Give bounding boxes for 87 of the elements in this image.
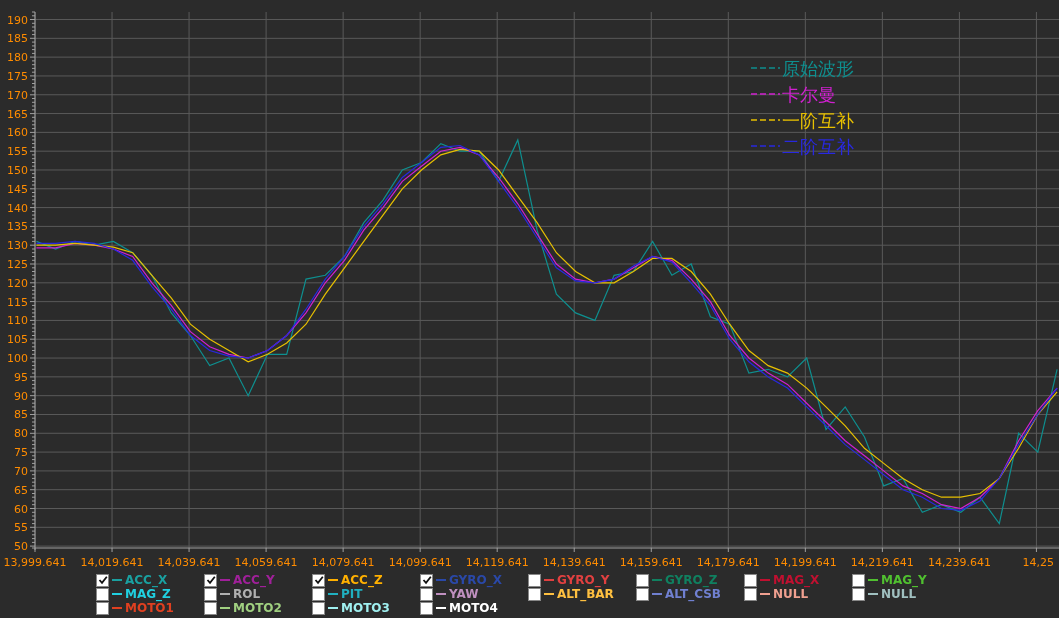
axis-tick-label: 180 xyxy=(7,51,28,65)
axis-tick-label: 14,239.641 xyxy=(927,556,991,569)
legend-label: 二阶互补 xyxy=(782,137,854,157)
axis-tick-label: 14,039.641 xyxy=(157,556,221,569)
checkbox[interactable] xyxy=(420,601,433,615)
checkbox[interactable] xyxy=(96,587,109,601)
channel-label: ACC_X xyxy=(125,573,168,587)
axis-tick-label: 14,25 xyxy=(1022,556,1054,569)
channel-label: MAG_Y xyxy=(881,573,927,587)
channel-label: MOTO3 xyxy=(341,601,390,615)
channel-label: YAW xyxy=(449,587,479,601)
channel-label: MAG_Z xyxy=(125,587,171,601)
axis-tick-label: 120 xyxy=(7,276,28,290)
axis-tick-label: 14,019.641 xyxy=(80,556,144,569)
axis-tick-label: 65 xyxy=(14,483,28,497)
axis-tick-label: 105 xyxy=(7,333,28,347)
channel-label: NULL xyxy=(881,587,917,601)
channel-label: NULL xyxy=(773,587,809,601)
axis-tick-label: 135 xyxy=(7,220,28,234)
channel-label: PIT xyxy=(341,587,363,601)
axis-tick-label: 140 xyxy=(7,201,28,215)
channel-label: MOTO2 xyxy=(233,601,282,615)
checkbox[interactable] xyxy=(420,573,433,587)
axis-tick-label: 14,139.641 xyxy=(542,556,606,569)
axis-tick-label: 80 xyxy=(14,427,28,441)
axis-tick-label: 14,179.641 xyxy=(696,556,760,569)
axis-tick-label: 50 xyxy=(14,540,28,554)
checkbox[interactable] xyxy=(528,573,541,587)
axis-tick-label: 130 xyxy=(7,239,28,253)
checkbox[interactable] xyxy=(852,573,865,587)
checkbox[interactable] xyxy=(312,587,325,601)
axis-tick-label: 14,219.641 xyxy=(850,556,914,569)
channel-label: ALT_CSB xyxy=(665,587,721,601)
axis-tick-label: 150 xyxy=(7,164,28,177)
axis-tick-label: 14,059.641 xyxy=(234,556,298,569)
axis-tick-label: 14,199.641 xyxy=(773,556,837,569)
axis-tick-label: 160 xyxy=(7,126,28,140)
checkbox[interactable] xyxy=(636,573,649,587)
axis-tick-label: 100 xyxy=(7,352,28,366)
axis-tick-label: 14,079.641 xyxy=(311,556,375,569)
channel-label: ROL xyxy=(233,587,261,601)
axis-tick-label: 175 xyxy=(7,69,28,83)
channel-label: MOTO4 xyxy=(449,601,498,615)
axis-tick-label: 13,999.641 xyxy=(3,556,67,569)
axis-tick-label: 55 xyxy=(14,521,28,535)
axis-tick-label: 155 xyxy=(7,145,28,159)
axis-tick-label: 85 xyxy=(14,408,28,422)
axis-tick-label: 125 xyxy=(7,258,28,271)
legend-label: 一阶互补 xyxy=(782,111,854,131)
channel-label: ACC_Y xyxy=(233,573,275,587)
checkbox[interactable] xyxy=(204,573,217,587)
checkbox[interactable] xyxy=(312,573,325,587)
checkbox[interactable] xyxy=(852,587,865,601)
checkbox[interactable] xyxy=(204,587,217,601)
axis-tick-label: 60 xyxy=(14,502,28,516)
checkbox[interactable] xyxy=(96,601,109,615)
channel-label: ALT_BAR xyxy=(557,587,614,601)
channel-label: MAG_X xyxy=(773,573,820,587)
axis-tick-label: 185 xyxy=(7,32,28,46)
channel-label: GYRO_Y xyxy=(557,573,610,587)
axis-tick-label: 190 xyxy=(7,13,28,27)
axis-tick-label: 14,119.641 xyxy=(465,556,529,569)
checkbox[interactable] xyxy=(420,587,433,601)
checkbox[interactable] xyxy=(312,601,325,615)
axis-tick-label: 115 xyxy=(7,295,28,309)
checkbox[interactable] xyxy=(528,587,541,601)
axis-tick-label: 14,099.641 xyxy=(388,556,452,569)
axis-tick-label: 165 xyxy=(7,107,28,121)
axis-tick-label: 75 xyxy=(14,446,28,460)
axis-tick-label: 170 xyxy=(7,88,28,102)
channel-label: GYRO_X xyxy=(449,573,502,587)
axis-tick-label: 14,159.641 xyxy=(619,556,683,569)
checkbox[interactable] xyxy=(96,573,109,587)
legend-label: 卡尔曼 xyxy=(782,85,836,105)
channel-label: ACC_Z xyxy=(341,573,383,587)
axis-tick-label: 70 xyxy=(14,464,28,478)
channel-label: GYRO_Z xyxy=(665,573,718,587)
axis-tick-label: 110 xyxy=(7,314,28,328)
axis-tick-label: 90 xyxy=(14,389,28,403)
checkbox[interactable] xyxy=(744,587,757,601)
axis-tick-label: 95 xyxy=(14,370,28,384)
checkbox[interactable] xyxy=(636,587,649,601)
channel-label: MOTO1 xyxy=(125,601,174,615)
checkbox[interactable] xyxy=(204,601,217,615)
checkbox[interactable] xyxy=(744,573,757,587)
legend-label: 原始波形 xyxy=(782,59,854,79)
axis-tick-label: 145 xyxy=(7,182,28,196)
